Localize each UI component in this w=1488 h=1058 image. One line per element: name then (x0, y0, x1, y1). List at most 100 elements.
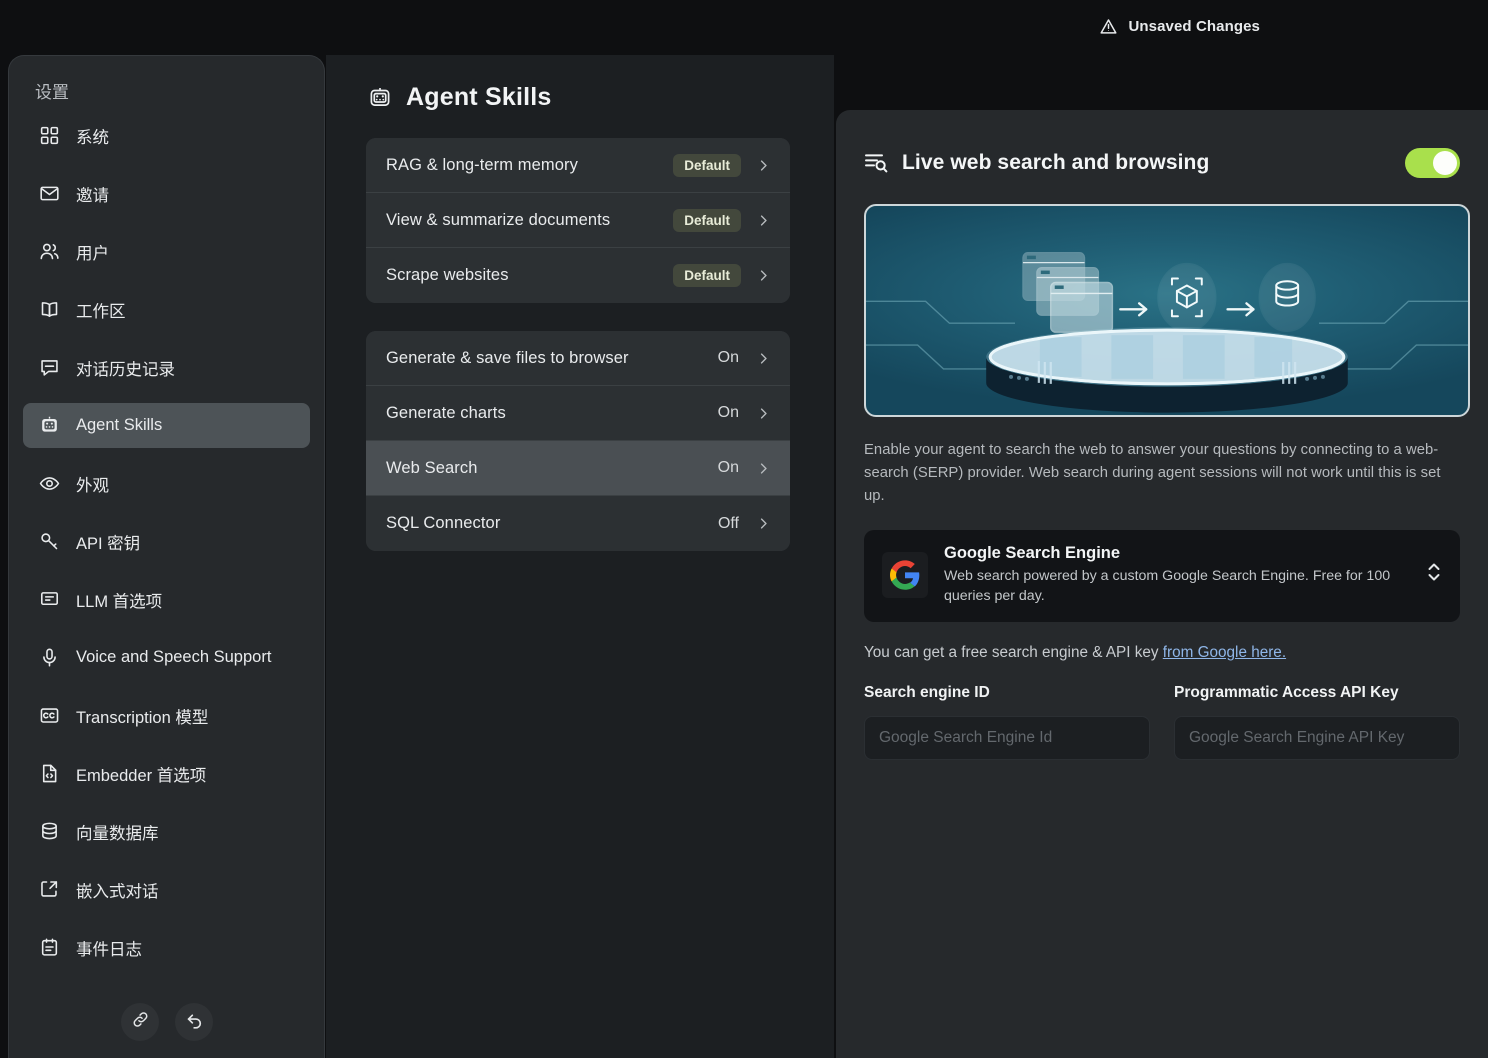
provider-info: Google Search Engine Web search powered … (944, 544, 1410, 606)
sidebar-item-llm-preference[interactable]: LLM 首选项 (23, 577, 310, 622)
chat-text-icon (39, 589, 60, 610)
sidebar-item-invites[interactable]: 邀请 (23, 171, 310, 216)
search-engine-id-field: Search engine ID (864, 684, 1150, 761)
status-text: Off (717, 514, 739, 532)
api-key-hint: You can get a free search engine & API k… (864, 644, 1460, 662)
sidebar-item-label: Agent Skills (76, 416, 163, 434)
chevron-right-icon (757, 517, 770, 530)
sidebar-nav: 系统 邀请 用户 工作区 对话历史记录 Agent Skills 外观 API … (9, 113, 324, 986)
eye-icon (39, 473, 60, 494)
google-g-logo (882, 551, 928, 598)
sidebar-item-label: 外观 (76, 476, 109, 495)
detail-header: Live web search and browsing (864, 148, 1460, 178)
sidebar-item-agent-skills[interactable]: Agent Skills (23, 403, 310, 448)
credentials-form: Search engine ID Programmatic Access API… (864, 684, 1460, 761)
sidebar-item-label: 对话历史记录 (76, 360, 175, 379)
skill-label: Generate & save files to browser (386, 348, 629, 367)
sidebar-item-embedder[interactable]: Embedder 首选项 (23, 751, 310, 796)
grid-icon (39, 125, 60, 146)
sidebar-item-label: LLM 首选项 (76, 592, 163, 611)
envelope-icon (39, 183, 60, 204)
google-console-link[interactable]: from Google here. (1163, 644, 1286, 661)
chevron-right-icon (757, 352, 770, 365)
search-provider-selector[interactable]: Google Search Engine Web search powered … (864, 529, 1460, 623)
agent-skills-panel: Agent Skills RAG & long-term memory Defa… (326, 55, 834, 1058)
unsaved-changes-indicator: Unsaved Changes (1099, 17, 1260, 36)
microphone-icon (39, 647, 60, 668)
unsaved-changes-label: Unsaved Changes (1128, 17, 1260, 35)
skill-row-view-summarize-documents[interactable]: View & summarize documents Default (366, 193, 790, 248)
sidebar-item-system[interactable]: 系统 (23, 113, 310, 158)
search-document-icon (864, 152, 888, 174)
robot-icon (368, 86, 392, 110)
status-badge: Default (673, 264, 741, 287)
sidebar-item-label: Voice and Speech Support (76, 648, 272, 666)
api-key-hint-text: You can get a free search engine & API k… (864, 644, 1163, 662)
skill-row-generate-save-files[interactable]: Generate & save files to browser On (366, 331, 790, 386)
sidebar-item-embed-chat[interactable]: 嵌入式对话 (23, 867, 310, 912)
skill-label: SQL Connector (386, 514, 501, 532)
hero-graphic (866, 252, 1468, 413)
sidebar-footer (9, 986, 324, 1058)
sidebar-item-workspaces[interactable]: 工作区 (23, 287, 310, 332)
provider-name: Google Search Engine (944, 543, 1121, 562)
chevron-right-icon (757, 407, 770, 420)
file-code-icon (39, 763, 60, 784)
skill-row-web-search[interactable]: Web Search On (366, 441, 790, 496)
sidebar-item-label: 邀请 (76, 186, 109, 205)
api-key-label: Programmatic Access API Key (1174, 684, 1399, 702)
toggle-knob (1433, 151, 1457, 175)
status-text: On (717, 459, 739, 476)
skill-row-rag-memory[interactable]: RAG & long-term memory Default (366, 138, 790, 193)
sidebar-item-transcription[interactable]: Transcription 模型 (23, 693, 310, 738)
skill-label: View & summarize documents (386, 210, 611, 229)
skill-label: Scrape websites (386, 266, 509, 284)
chevron-right-icon (757, 269, 770, 282)
sidebar-item-label: 向量数据库 (76, 824, 159, 843)
sidebar-item-label: 嵌入式对话 (76, 882, 159, 901)
top-bar: Unsaved Changes (0, 0, 1488, 52)
skill-label: Web Search (386, 458, 478, 477)
detail-title: Live web search and browsing (864, 151, 1405, 175)
skill-row-generate-charts[interactable]: Generate charts On (366, 386, 790, 441)
warning-triangle-icon (1099, 17, 1118, 36)
link-button[interactable] (121, 1003, 159, 1041)
page-title: Agent Skills (368, 83, 790, 112)
chevron-right-icon (757, 462, 770, 475)
sidebar-item-label: Transcription 模型 (76, 708, 209, 727)
back-button[interactable] (175, 1003, 213, 1041)
sidebar-item-chat-history[interactable]: 对话历史记录 (23, 345, 310, 390)
sidebar-item-event-logs[interactable]: 事件日志 (23, 925, 310, 970)
up-down-chevron-icon[interactable] (1426, 559, 1442, 590)
api-key-input[interactable] (1174, 716, 1460, 761)
clipboard-list-icon (39, 937, 60, 958)
page-title-label: Agent Skills (406, 83, 552, 111)
link-icon (131, 1010, 150, 1034)
sidebar-item-appearance[interactable]: 外观 (23, 461, 310, 506)
sidebar-item-label: 系统 (76, 128, 109, 147)
live-web-search-toggle[interactable] (1405, 148, 1460, 178)
sidebar-item-users[interactable]: 用户 (23, 229, 310, 274)
skill-row-sql-connector[interactable]: SQL Connector Off (366, 496, 790, 551)
search-engine-id-input[interactable] (864, 716, 1150, 761)
api-key-field: Programmatic Access API Key (1174, 684, 1460, 761)
settings-page: Unsaved Changes 设置 系统 邀请 用户 工作区 对话历史记录 A… (0, 0, 1488, 1058)
skill-group-default: RAG & long-term memory Default View & su… (366, 138, 790, 303)
book-open-icon (39, 299, 60, 320)
sidebar-item-label: 事件日志 (76, 940, 142, 959)
users-icon (39, 241, 60, 262)
skill-row-scrape-websites[interactable]: Scrape websites Default (366, 248, 790, 303)
database-icon (39, 821, 60, 842)
robot-icon (39, 415, 60, 436)
sidebar-title: 设置 (35, 83, 69, 102)
chat-bubble-icon (39, 357, 60, 378)
skill-label: Generate charts (386, 403, 506, 422)
status-badge: Default (673, 208, 741, 232)
web-search-detail-panel: Live web search and browsing Enable your… (836, 110, 1488, 1058)
status-badge: Default (673, 153, 741, 177)
embed-chat-icon (39, 879, 60, 900)
sidebar-item-voice-speech[interactable]: Voice and Speech Support (23, 635, 310, 680)
sidebar-item-label: 工作区 (76, 302, 126, 321)
sidebar-item-api-keys[interactable]: API 密钥 (23, 519, 310, 564)
sidebar-item-vector-database[interactable]: 向量数据库 (23, 809, 310, 854)
